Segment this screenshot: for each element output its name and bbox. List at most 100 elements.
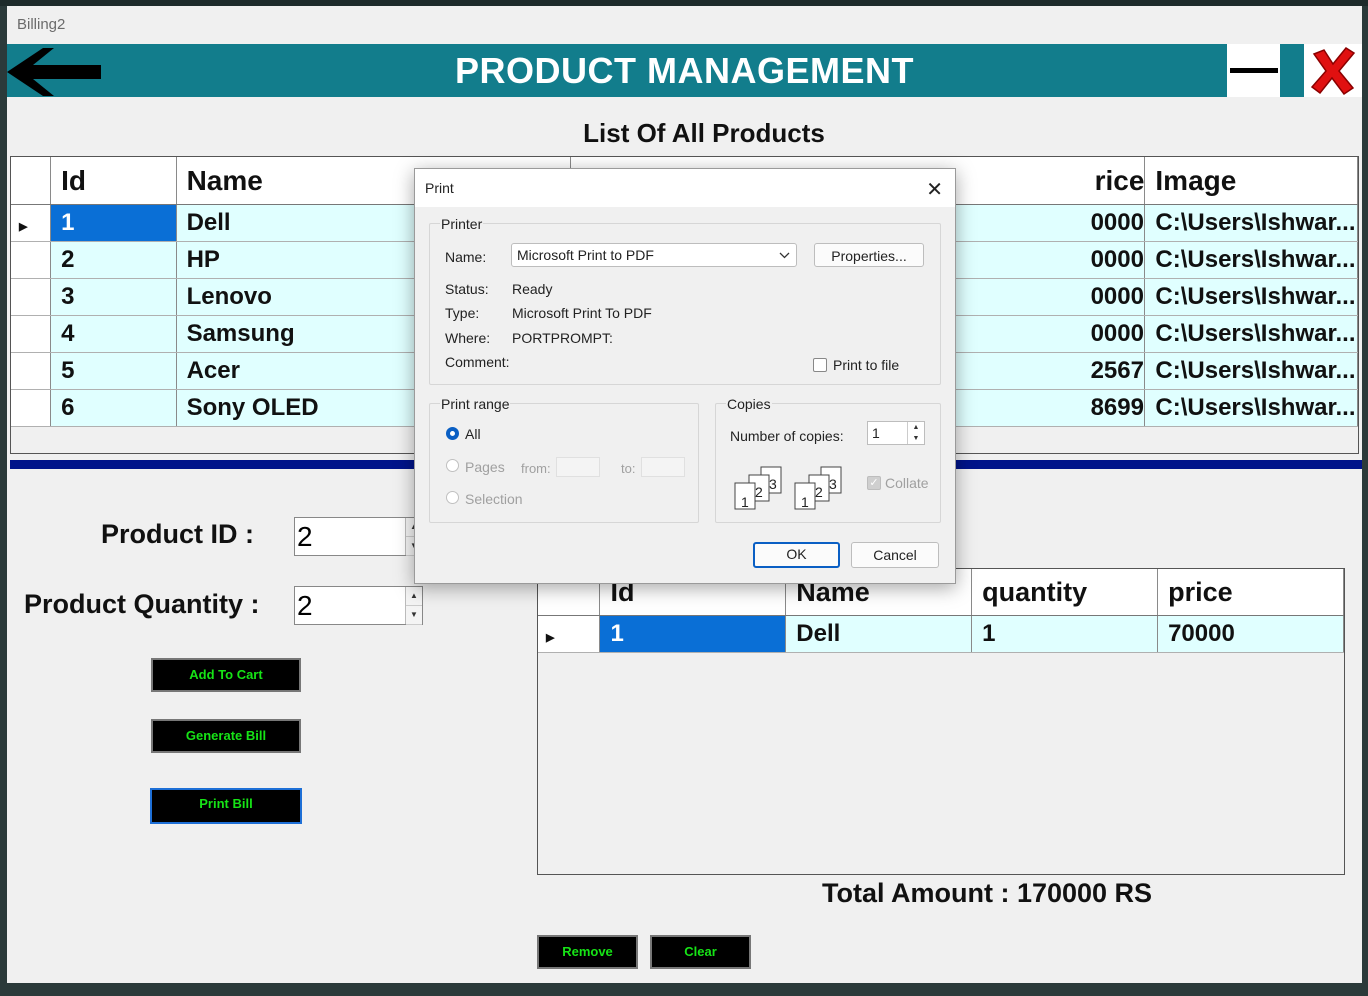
product-quantity-stepper[interactable]: 2 ▲ ▼ bbox=[294, 586, 423, 625]
range-selection-label: Selection bbox=[465, 491, 523, 507]
svg-text:3: 3 bbox=[769, 476, 777, 492]
cancel-button[interactable]: Cancel bbox=[851, 542, 939, 568]
svg-text:2: 2 bbox=[755, 484, 763, 500]
header-bar: PRODUCT MANAGEMENT bbox=[7, 44, 1362, 97]
cell-id[interactable]: 1 bbox=[50, 204, 177, 242]
to-input[interactable] bbox=[641, 457, 685, 477]
row-header-corner bbox=[11, 157, 52, 205]
cell-id[interactable]: 2 bbox=[50, 241, 177, 279]
stepper-arrows[interactable]: ▲▼ bbox=[405, 587, 422, 625]
current-row-indicator-icon: ▶ bbox=[546, 632, 555, 644]
row-header[interactable]: ▶ bbox=[538, 615, 601, 653]
cell-id[interactable]: 4 bbox=[50, 315, 177, 353]
close-icon bbox=[1310, 47, 1356, 96]
cell-id[interactable]: 5 bbox=[50, 352, 177, 390]
print-to-file-label: Print to file bbox=[833, 357, 900, 373]
add-to-cart-button[interactable]: Add To Cart bbox=[151, 658, 301, 692]
collate-checkbox[interactable]: ✓ bbox=[867, 476, 881, 490]
cell-image[interactable]: C:\Users\Ishwar... bbox=[1144, 204, 1358, 242]
col-header-price[interactable]: price bbox=[1157, 569, 1344, 616]
type-value: Microsoft Print To PDF bbox=[512, 305, 652, 321]
from-label: from: bbox=[521, 461, 551, 476]
minimize-icon bbox=[1230, 68, 1278, 73]
svg-text:3: 3 bbox=[829, 476, 837, 492]
properties-button[interactable]: Properties... bbox=[814, 243, 924, 267]
name-label: Name: bbox=[445, 249, 487, 265]
down-arrow-icon[interactable]: ▼ bbox=[406, 606, 422, 625]
printer-group-caption: Printer bbox=[440, 216, 484, 232]
where-label: Where: bbox=[445, 330, 491, 346]
copies-label: Number of copies: bbox=[730, 428, 844, 444]
up-arrow-icon[interactable]: ▲ bbox=[908, 422, 924, 433]
cell-id[interactable]: 3 bbox=[50, 278, 177, 316]
product-quantity-label: Product Quantity : bbox=[24, 589, 260, 619]
product-quantity-value: 2 bbox=[297, 590, 313, 621]
minimize-button[interactable] bbox=[1227, 44, 1280, 97]
print-to-file-checkbox[interactable] bbox=[813, 358, 827, 372]
col-header-image[interactable]: Image bbox=[1144, 157, 1358, 205]
status-value: Ready bbox=[512, 281, 553, 297]
comment-label: Comment: bbox=[445, 354, 510, 370]
generate-bill-button[interactable]: Generate Bill bbox=[151, 719, 301, 753]
clear-button[interactable]: Clear bbox=[650, 935, 751, 969]
row-header[interactable] bbox=[11, 389, 52, 427]
cell-quantity[interactable]: 1 bbox=[971, 615, 1159, 653]
printer-name-select[interactable]: Microsoft Print to PDF bbox=[511, 243, 797, 267]
copies-value: 1 bbox=[872, 425, 880, 441]
range-all-radio[interactable] bbox=[446, 427, 459, 440]
ok-button[interactable]: OK bbox=[753, 542, 840, 568]
cell-name[interactable]: Dell bbox=[785, 615, 973, 653]
cell-price[interactable]: 70000 bbox=[1157, 615, 1344, 653]
remove-button[interactable]: Remove bbox=[537, 935, 638, 969]
cell-id[interactable]: 6 bbox=[50, 389, 177, 427]
print-dialog: Print ✕ Printer Name: Microsoft Print to… bbox=[414, 168, 956, 584]
window-title: Billing2 bbox=[17, 16, 66, 33]
copies-caption: Copies bbox=[726, 396, 772, 412]
cell-image[interactable]: C:\Users\Ishwar... bbox=[1144, 315, 1358, 353]
status-label: Status: bbox=[445, 281, 489, 297]
svg-text:2: 2 bbox=[815, 484, 823, 500]
total-amount: Total Amount : 170000 RS bbox=[822, 878, 1153, 908]
range-all-label: All bbox=[465, 426, 481, 442]
printer-name-value: Microsoft Print to PDF bbox=[517, 247, 654, 263]
range-pages-radio[interactable] bbox=[446, 459, 459, 472]
cell-image[interactable]: C:\Users\Ishwar... bbox=[1144, 278, 1358, 316]
cell-image[interactable]: C:\Users\Ishwar... bbox=[1144, 352, 1358, 390]
row-header[interactable] bbox=[11, 315, 52, 353]
product-id-label: Product ID : bbox=[101, 519, 254, 549]
close-button[interactable] bbox=[1304, 44, 1362, 97]
row-header[interactable]: ▶ bbox=[11, 204, 52, 242]
where-value: PORTPROMPT: bbox=[512, 330, 613, 346]
current-row-indicator-icon: ▶ bbox=[19, 221, 28, 233]
row-header[interactable] bbox=[11, 241, 52, 279]
collate-label: Collate bbox=[885, 475, 929, 491]
row-header[interactable] bbox=[11, 352, 52, 390]
type-label: Type: bbox=[445, 305, 480, 321]
cell-id[interactable]: 1 bbox=[599, 615, 787, 653]
print-range-caption: Print range bbox=[440, 396, 511, 412]
chevron-down-icon bbox=[779, 252, 790, 259]
up-arrow-icon[interactable]: ▲ bbox=[406, 587, 422, 606]
collate-pages-icon: 12 3 12 3 bbox=[734, 466, 842, 510]
cart-grid[interactable]: Id Name quantity price ▶ 1 Dell 1 70000 bbox=[537, 568, 1345, 875]
dialog-titlebar: Print ✕ bbox=[415, 169, 955, 207]
product-list-title: List Of All Products bbox=[583, 118, 825, 148]
cell-image[interactable]: C:\Users\Ishwar... bbox=[1144, 389, 1358, 427]
col-header-id[interactable]: Id bbox=[50, 157, 177, 205]
page-title: PRODUCT MANAGEMENT bbox=[455, 50, 914, 91]
table-row[interactable]: ▶ 1 Dell 1 70000 bbox=[538, 615, 1344, 653]
down-arrow-icon[interactable]: ▼ bbox=[908, 433, 924, 444]
from-input[interactable] bbox=[556, 457, 600, 477]
col-header-quantity[interactable]: quantity bbox=[971, 569, 1159, 616]
copies-spin-arrows[interactable]: ▲ ▼ bbox=[907, 422, 924, 444]
row-header[interactable] bbox=[11, 278, 52, 316]
svg-text:1: 1 bbox=[741, 494, 749, 510]
to-label: to: bbox=[621, 461, 636, 476]
range-selection-radio[interactable] bbox=[446, 491, 459, 504]
product-id-stepper[interactable]: 2 ▲▼ bbox=[294, 517, 423, 556]
product-id-value: 2 bbox=[297, 521, 313, 552]
cell-image[interactable]: C:\Users\Ishwar... bbox=[1144, 241, 1358, 279]
print-bill-button[interactable]: Print Bill bbox=[150, 788, 302, 824]
dialog-close-icon[interactable]: ✕ bbox=[926, 177, 943, 202]
copies-stepper[interactable]: 1 ▲ ▼ bbox=[867, 421, 925, 445]
